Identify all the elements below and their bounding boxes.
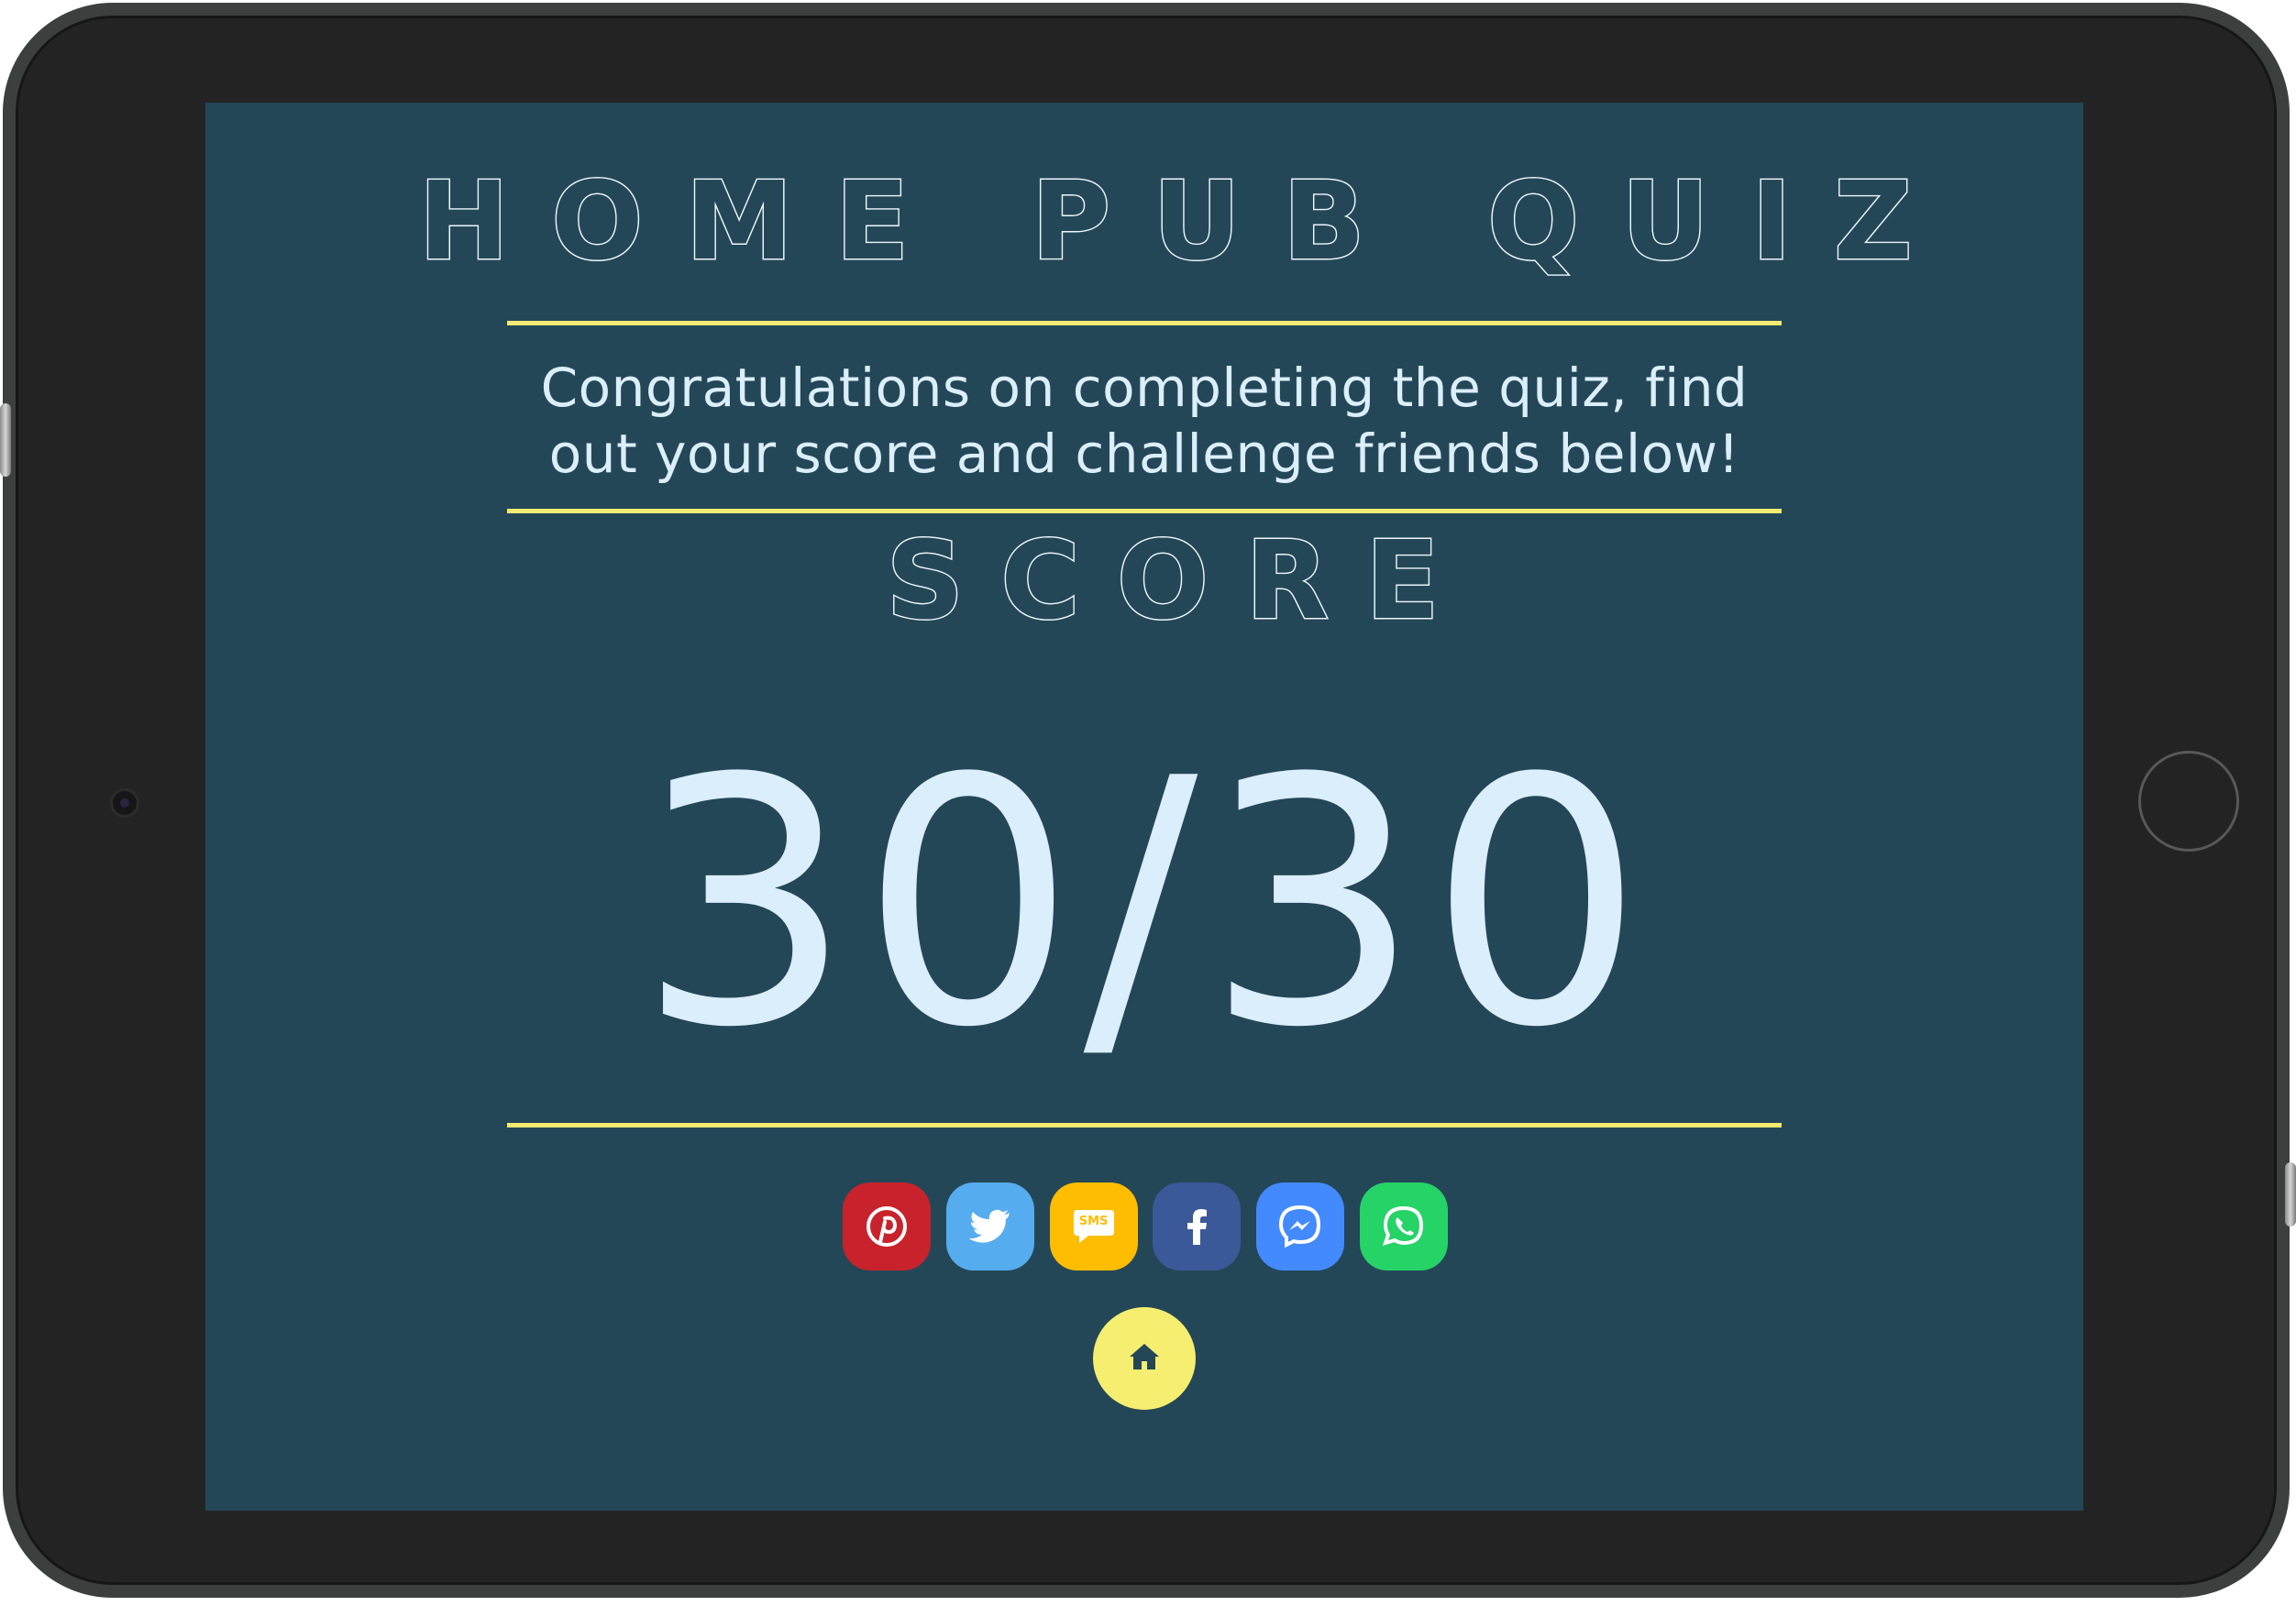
divider-top <box>507 321 1782 325</box>
share-pinterest-button[interactable] <box>843 1182 931 1270</box>
share-twitter-button[interactable] <box>945 1182 1034 1270</box>
power-button <box>2285 1162 2296 1226</box>
share-messenger-button[interactable] <box>1256 1182 1345 1270</box>
whatsapp-icon <box>1382 1204 1426 1248</box>
home-button[interactable] <box>1093 1307 1196 1410</box>
sms-label: SMS <box>1078 1215 1109 1228</box>
share-whatsapp-button[interactable] <box>1359 1182 1448 1270</box>
volume-button <box>0 403 11 477</box>
share-sms-button[interactable]: SMS <box>1049 1182 1138 1270</box>
sms-icon: SMS <box>1072 1206 1116 1247</box>
twitter-icon <box>968 1208 1011 1245</box>
front-camera <box>110 788 139 818</box>
congratulations-message: Congratulations on completing the quiz, … <box>540 357 1749 485</box>
app-title: HOME PUB QUIZ <box>417 157 1955 286</box>
score-heading: SCORE <box>885 516 1476 645</box>
facebook-icon <box>1186 1208 1208 1245</box>
share-facebook-button[interactable] <box>1153 1182 1242 1270</box>
messenger-icon <box>1278 1204 1322 1248</box>
pinterest-icon <box>866 1205 908 1248</box>
home-icon <box>1128 1342 1161 1375</box>
score-value: 30/30 <box>636 708 1652 1102</box>
divider-middle <box>507 509 1782 513</box>
share-buttons: SMS <box>843 1182 1448 1270</box>
quiz-screen: HOME PUB QUIZ Congratulations on complet… <box>205 103 2083 1511</box>
hardware-home-button[interactable] <box>2138 751 2239 852</box>
divider-bottom <box>507 1123 1782 1128</box>
